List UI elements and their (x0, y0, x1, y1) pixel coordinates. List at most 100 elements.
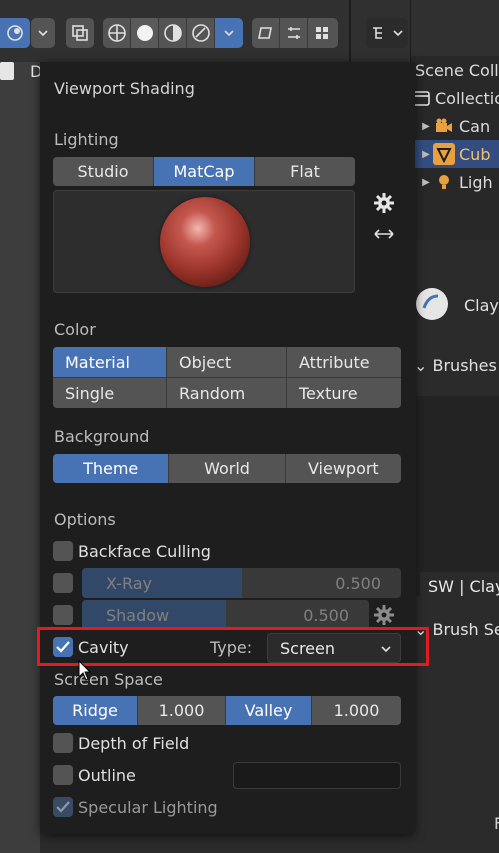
remesh-button[interactable] (308, 18, 336, 48)
outliner-collection[interactable]: Collection (411, 84, 499, 112)
display-mode-dropdown[interactable] (366, 18, 408, 48)
gear-icon (374, 193, 394, 213)
xray-label: X-Ray (106, 574, 152, 593)
overlay-dropdown-button[interactable] (31, 18, 55, 48)
expand-arrow-icon[interactable]: ▶ (419, 121, 433, 132)
color-single-button[interactable]: Single (53, 378, 166, 408)
overlay-toggle-button[interactable] (0, 18, 30, 48)
viewport-checkbox[interactable] (0, 62, 14, 80)
depth-of-field-label: Depth of Field (78, 734, 190, 753)
specular-lighting-label: Specular Lighting (78, 798, 218, 817)
shadow-label: Shadow (106, 606, 170, 625)
sculpt-tools-group (252, 18, 338, 48)
outline-color-field[interactable] (233, 762, 401, 789)
screen-space-label: Screen Space (54, 670, 163, 689)
popover-title: Viewport Shading (54, 79, 195, 98)
outliner-cube[interactable]: ▶ Cub (411, 140, 499, 168)
color-selector: Material Object Attribute Single Random … (53, 347, 401, 408)
shadow-settings-button[interactable] (372, 603, 396, 627)
brush-preview-area (416, 396, 499, 596)
background-label: Background (54, 427, 150, 446)
mesh-icon (433, 143, 455, 165)
lighting-studio-button[interactable]: Studio (53, 157, 154, 186)
dyntopo-button[interactable] (280, 18, 308, 48)
outliner-camera[interactable]: ▶ Can (411, 112, 499, 140)
outliner-display-icon (373, 27, 403, 39)
shadow-value: 0.500 (303, 606, 349, 625)
expand-arrow-icon[interactable]: ▶ (419, 149, 433, 160)
shading-popover-button[interactable] (215, 18, 243, 48)
specular-lighting-checkbox[interactable] (53, 797, 73, 817)
shadow-checkbox[interactable] (53, 605, 73, 625)
background-viewport-button[interactable]: Viewport (286, 454, 401, 483)
ridge-label: Ridge (53, 696, 138, 725)
xray-toggle-button[interactable] (66, 18, 94, 48)
color-label: Color (54, 320, 96, 339)
brushes-panel-header[interactable]: ⌄ Brushes (414, 356, 497, 375)
lighting-selector: Studio MatCap Flat (53, 157, 355, 186)
viewport-area[interactable] (0, 62, 40, 853)
xray-value: 0.500 (335, 574, 381, 593)
camera-icon (433, 115, 455, 137)
lighting-matcap-button[interactable]: MatCap (154, 157, 255, 186)
overlay-icon (7, 25, 23, 41)
grid-icon (316, 27, 328, 39)
brush-name: Clay (464, 296, 499, 315)
preferences-button[interactable] (373, 192, 395, 214)
cavity-highlight-box (37, 627, 429, 666)
chevron-down-icon: ⌄ (414, 356, 433, 375)
background-world-button[interactable]: World (169, 454, 286, 483)
outliner-scene-collection[interactable]: Scene Colle (411, 56, 499, 84)
color-material-button[interactable]: Material (53, 347, 166, 377)
wireframe-icon (107, 24, 126, 42)
shading-mode-group (103, 18, 243, 48)
matcap-preview[interactable] (53, 190, 355, 293)
rendered-icon (191, 24, 210, 42)
flip-horizontal-icon (374, 229, 394, 239)
properties-panel: Clay ⌄ Brushes SW | Clay ⌄ Brush Se F (410, 240, 499, 853)
background-selector: Theme World Viewport (53, 454, 401, 483)
viewport-shading-popover: Viewport Shading Lighting Studio MatCap … (40, 62, 415, 834)
solid-icon (136, 25, 153, 41)
xray-checkbox[interactable] (53, 573, 73, 593)
outliner-light[interactable]: ▶ Ligh (411, 168, 499, 196)
valley-label: Valley (226, 696, 312, 725)
brush-selector-field[interactable]: SW | Clay (420, 572, 499, 602)
lighting-flat-button[interactable]: Flat (255, 157, 355, 186)
xray-icon (72, 25, 88, 41)
flip-matcap-button[interactable] (372, 226, 396, 242)
color-texture-button[interactable]: Texture (287, 378, 401, 408)
wireframe-shading-button[interactable] (103, 18, 131, 48)
color-attribute-button[interactable]: Attribute (287, 347, 401, 377)
symmetry-button[interactable] (252, 18, 280, 48)
properties-truncated-label: F (494, 814, 499, 833)
ridge-value-field[interactable]: 1.000 (138, 696, 226, 725)
expand-arrow-icon[interactable]: ▶ (419, 177, 433, 188)
rendered-shading-button[interactable] (187, 18, 215, 48)
backface-culling-checkbox[interactable] (53, 541, 73, 561)
xray-alpha-slider[interactable]: X-Ray 0.500 (82, 568, 401, 598)
light-icon (433, 171, 455, 193)
backface-culling-label: Backface Culling (78, 542, 211, 561)
sliders-icon (287, 27, 300, 39)
solid-shading-button[interactable] (131, 18, 159, 48)
valley-value-field[interactable]: 1.000 (312, 696, 401, 725)
matcap-sphere (160, 197, 250, 287)
brush-icon (416, 288, 448, 320)
background-theme-button[interactable]: Theme (53, 454, 170, 483)
options-label: Options (54, 510, 116, 529)
material-preview-icon (163, 24, 182, 42)
chevron-down-icon (224, 30, 234, 37)
gear-icon (374, 605, 394, 625)
screen-space-fields: Ridge 1.000 Valley 1.000 (53, 696, 401, 725)
shadow-intensity-slider[interactable]: Shadow 0.500 (82, 600, 369, 630)
outline-label: Outline (78, 766, 136, 785)
lighting-label: Lighting (54, 130, 119, 149)
color-object-button[interactable]: Object (167, 347, 286, 377)
color-random-button[interactable]: Random (167, 378, 286, 408)
checkmark-icon (56, 801, 70, 813)
outline-checkbox[interactable] (53, 765, 73, 785)
depth-of-field-checkbox[interactable] (53, 733, 73, 753)
material-shading-button[interactable] (159, 18, 187, 48)
mouse-cursor-icon (78, 660, 92, 681)
